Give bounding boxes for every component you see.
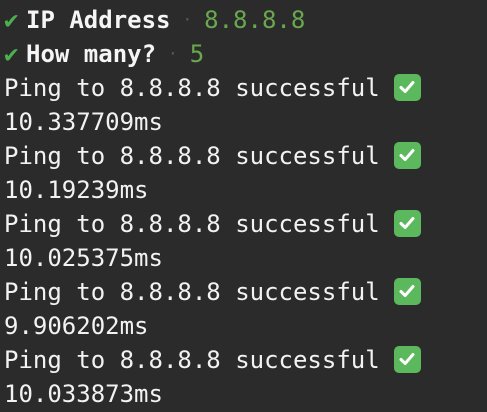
ping-result-line: Ping to 8.8.8.8 successful xyxy=(4,71,487,105)
check-mark-button-icon xyxy=(393,73,421,101)
ping-result-line: Ping to 8.8.8.8 successful xyxy=(4,139,487,173)
check-mark-button-icon xyxy=(393,209,421,237)
check-mark-button-icon xyxy=(393,277,421,305)
ping-message: Ping to 8.8.8.8 successful xyxy=(4,142,380,170)
prompt-separator: · xyxy=(182,10,193,29)
prompt-separator: · xyxy=(168,44,178,63)
ping-result-line: Ping to 8.8.8.8 successful xyxy=(4,275,487,309)
check-icon: ✔ xyxy=(4,6,19,34)
terminal-window: ✔ IP Address · 8.8.8.8 ✔ How many? · 5 P… xyxy=(0,0,487,412)
ping-latency: 10.033873ms xyxy=(4,380,163,408)
ping-latency: 10.337709ms xyxy=(4,108,163,136)
prompt-question: IP Address xyxy=(26,6,171,34)
ping-message: Ping to 8.8.8.8 successful xyxy=(4,210,380,238)
ping-latency: 10.025375ms xyxy=(4,244,163,272)
ping-latency: 10.19239ms xyxy=(4,176,149,204)
ping-message: Ping to 8.8.8.8 successful xyxy=(4,278,380,306)
prompt-ip-address: ✔ IP Address · 8.8.8.8 xyxy=(4,3,487,37)
check-icon: ✔ xyxy=(4,40,19,68)
ping-message: Ping to 8.8.8.8 successful xyxy=(4,74,380,102)
prompt-question: How many? xyxy=(26,40,157,68)
prompt-answer: 5 xyxy=(189,40,205,68)
ping-result-line: Ping to 8.8.8.8 successful xyxy=(4,207,487,241)
check-mark-button-icon xyxy=(393,345,421,373)
ping-result-line: Ping to 8.8.8.8 successful xyxy=(4,343,487,377)
ping-latency: 9.906202ms xyxy=(4,312,149,340)
check-mark-button-icon xyxy=(393,141,421,169)
ping-message: Ping to 8.8.8.8 successful xyxy=(4,346,380,374)
prompt-answer: 8.8.8.8 xyxy=(204,6,306,34)
prompt-how-many: ✔ How many? · 5 xyxy=(4,37,487,71)
